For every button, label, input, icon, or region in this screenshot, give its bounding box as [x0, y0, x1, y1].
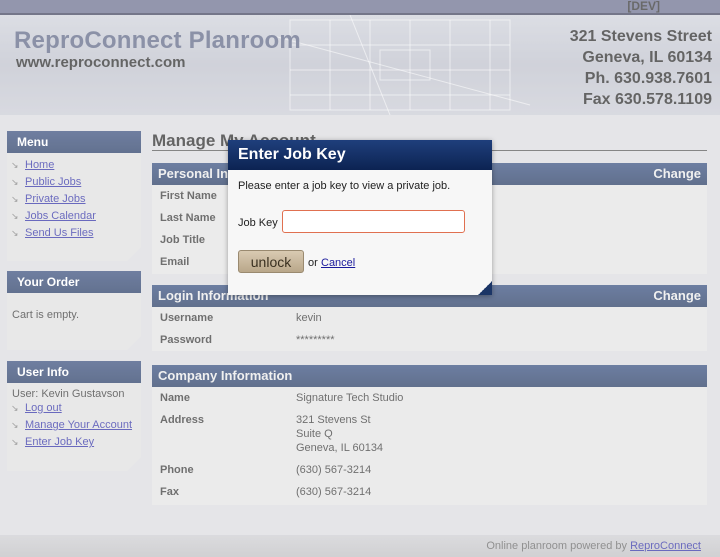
unlock-button[interactable]: unlock [238, 250, 304, 273]
dialog-corner [478, 281, 492, 295]
dialog-title: Enter Job Key [228, 140, 492, 170]
cancel-link[interactable]: Cancel [321, 257, 355, 269]
job-key-input[interactable] [282, 210, 465, 233]
dialog-message: Please enter a job key to view a private… [238, 180, 451, 192]
or-text: or [308, 257, 318, 269]
enter-job-key-dialog: Enter Job Key Please enter a job key to … [228, 140, 492, 295]
job-key-label: Job Key [238, 217, 278, 229]
